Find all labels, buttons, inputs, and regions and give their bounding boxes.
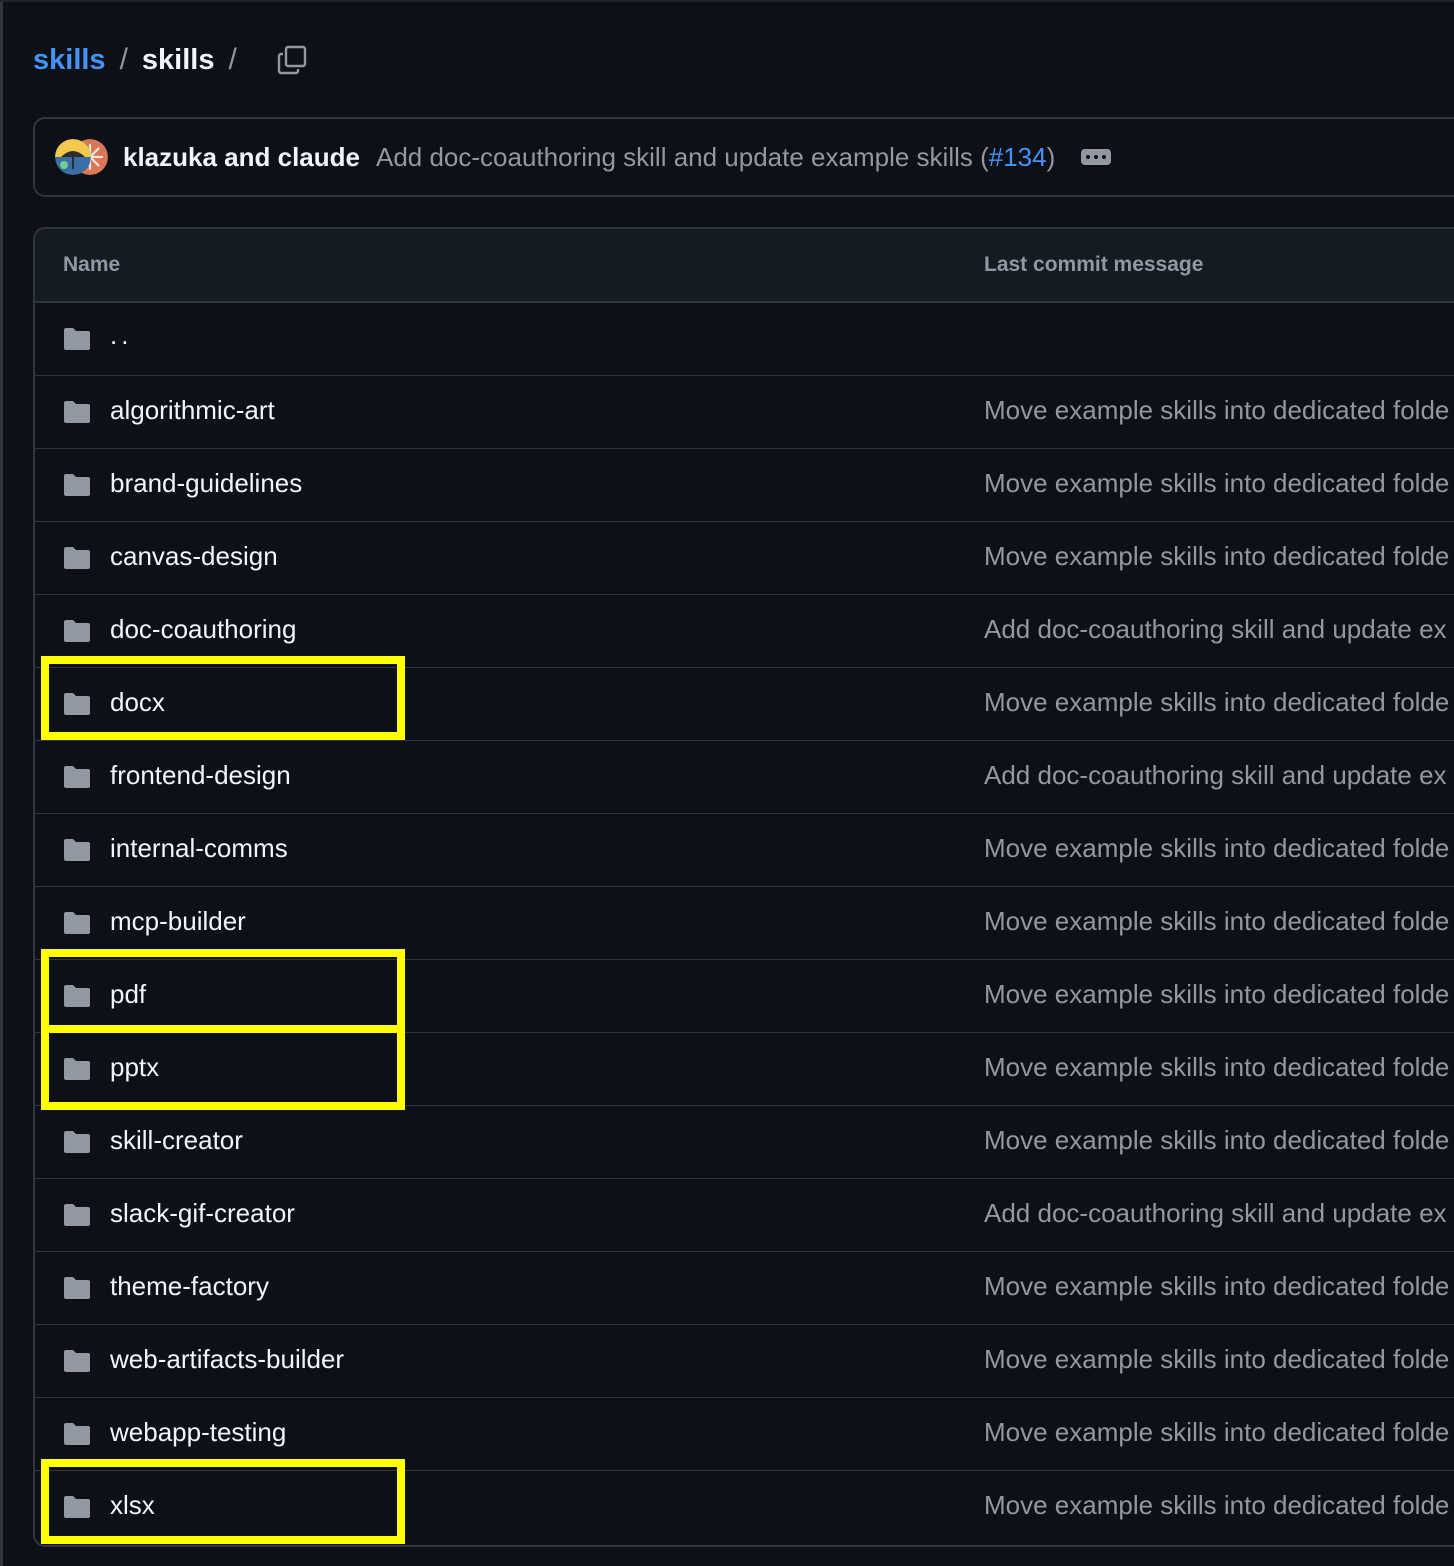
folder-name-link[interactable]: canvas-design bbox=[110, 541, 278, 572]
folder-icon bbox=[64, 1496, 90, 1518]
table-row[interactable]: web-artifacts-builder Move example skills… bbox=[35, 1325, 1454, 1398]
commit-message-link[interactable]: Move example skills into dedicated folde bbox=[984, 1125, 1449, 1156]
window-edge bbox=[0, 0, 3, 1566]
commit-message-link[interactable]: Move example skills into dedicated folde bbox=[984, 541, 1449, 572]
folder-name-link[interactable]: internal-comms bbox=[110, 833, 288, 864]
folder-name-link[interactable]: doc-coauthoring bbox=[110, 614, 296, 645]
folder-icon bbox=[64, 1131, 90, 1153]
table-row[interactable]: brand-guidelines Move example skills into… bbox=[35, 449, 1454, 522]
table-row[interactable]: internal-comms Move example skills into d… bbox=[35, 814, 1454, 887]
ellipsis-icon bbox=[1086, 155, 1091, 159]
column-header-last-commit: Last commit message bbox=[984, 253, 1204, 276]
folder-icon bbox=[64, 1204, 90, 1226]
breadcrumb-trailing-separator: / bbox=[228, 43, 237, 76]
commit-message-link[interactable]: Move example skills into dedicated folde bbox=[984, 1271, 1449, 1302]
folder-name-link[interactable]: algorithmic-art bbox=[110, 395, 275, 426]
pr-link[interactable]: #134 bbox=[989, 142, 1047, 172]
breadcrumb-separator: / bbox=[119, 43, 128, 76]
folder-name-link[interactable]: skill-creator bbox=[110, 1125, 243, 1156]
table-row[interactable]: skill-creator Move example skills into de… bbox=[35, 1106, 1454, 1179]
commit-message-link[interactable]: Move example skills into dedicated folde bbox=[984, 1417, 1449, 1448]
copy-icon bbox=[277, 45, 307, 75]
window-top-edge bbox=[0, 0, 1454, 2]
expand-commit-button[interactable] bbox=[1081, 149, 1112, 165]
table-header: Name Last commit message bbox=[35, 229, 1454, 303]
folder-icon bbox=[64, 693, 90, 715]
copy-path-button[interactable] bbox=[275, 43, 309, 77]
folder-icon bbox=[64, 547, 90, 569]
parent-directory-link[interactable]: .. bbox=[110, 320, 132, 351]
commit-message-link[interactable]: Move example skills into dedicated folde bbox=[984, 468, 1449, 499]
table-row[interactable]: theme-factory Move example skills into de… bbox=[35, 1252, 1454, 1325]
folder-name-link[interactable]: brand-guidelines bbox=[110, 468, 302, 499]
file-rows: algorithmic-art Move example skills into … bbox=[35, 376, 1454, 1544]
folder-name-link[interactable]: pdf bbox=[110, 979, 146, 1010]
folder-name-link[interactable]: mcp-builder bbox=[110, 906, 246, 937]
folder-name-link[interactable]: xlsx bbox=[110, 1490, 155, 1521]
table-row[interactable]: slack-gif-creator Add doc-coauthoring ski… bbox=[35, 1179, 1454, 1252]
table-row[interactable]: doc-coauthoring Add doc-coauthoring skill… bbox=[35, 595, 1454, 668]
commit-message-link[interactable]: Add doc-coauthoring skill and update ex bbox=[984, 614, 1447, 645]
file-table: Name Last commit message .. algorithmic-… bbox=[33, 227, 1454, 1547]
table-row[interactable]: xlsx Move example skills into dedicated f… bbox=[35, 1471, 1454, 1544]
commit-message-link[interactable]: Move example skills into dedicated folde bbox=[984, 1490, 1449, 1521]
table-row[interactable]: mcp-builder Move example skills into dedi… bbox=[35, 887, 1454, 960]
folder-name-link[interactable]: frontend-design bbox=[110, 760, 291, 791]
folder-icon bbox=[64, 1350, 90, 1372]
author-avatars[interactable] bbox=[55, 138, 111, 176]
commit-message-link[interactable]: Move example skills into dedicated folde bbox=[984, 1344, 1449, 1375]
commit-message-end: ) bbox=[1046, 141, 1056, 172]
folder-icon bbox=[64, 1058, 90, 1080]
folder-icon bbox=[64, 620, 90, 642]
latest-commit-bar: klazuka and claude Add doc-coauthoring s… bbox=[33, 117, 1454, 197]
folder-name-link[interactable]: theme-factory bbox=[110, 1271, 269, 1302]
avatar-klazuka[interactable] bbox=[55, 139, 91, 175]
column-header-name: Name bbox=[63, 253, 121, 276]
folder-name-link[interactable]: web-artifacts-builder bbox=[110, 1344, 344, 1375]
commit-message-link[interactable]: Move example skills into dedicated folde bbox=[984, 687, 1449, 718]
table-row[interactable]: webapp-testing Move example skills into d… bbox=[35, 1398, 1454, 1471]
commit-message-link[interactable]: Move example skills into dedicated folde bbox=[984, 1052, 1449, 1083]
folder-name-link[interactable]: webapp-testing bbox=[110, 1417, 286, 1448]
commit-message-link[interactable]: Move example skills into dedicated folde bbox=[984, 833, 1449, 864]
commit-message[interactable]: Add doc-coauthoring skill and update exa… bbox=[376, 142, 1055, 173]
commit-message-text[interactable]: Add doc-coauthoring skill and update exa… bbox=[376, 142, 989, 172]
folder-name-link[interactable]: slack-gif-creator bbox=[110, 1198, 295, 1229]
table-row[interactable]: pdf Move example skills into dedicated fo… bbox=[35, 960, 1454, 1033]
folder-icon bbox=[64, 839, 90, 861]
table-row[interactable]: canvas-design Move example skills into de… bbox=[35, 522, 1454, 595]
folder-name-link[interactable]: docx bbox=[110, 687, 165, 718]
folder-icon bbox=[64, 1277, 90, 1299]
table-row[interactable]: docx Move example skills into dedicated f… bbox=[35, 668, 1454, 741]
breadcrumb-current: skills bbox=[141, 43, 215, 76]
table-row[interactable]: frontend-design Add doc-coauthoring skill… bbox=[35, 741, 1454, 814]
folder-icon bbox=[64, 766, 90, 788]
folder-icon bbox=[64, 474, 90, 496]
folder-icon bbox=[64, 912, 90, 934]
folder-icon bbox=[64, 328, 90, 350]
folder-icon bbox=[64, 985, 90, 1007]
commit-message-link[interactable]: Move example skills into dedicated folde bbox=[984, 979, 1449, 1010]
table-row[interactable]: algorithmic-art Move example skills into … bbox=[35, 376, 1454, 449]
breadcrumb: skills / skills / bbox=[33, 38, 309, 82]
parent-directory-row[interactable]: .. bbox=[35, 303, 1454, 376]
commit-authors[interactable]: klazuka and claude bbox=[123, 142, 360, 173]
folder-icon bbox=[64, 1423, 90, 1445]
commit-message-link[interactable]: Move example skills into dedicated folde bbox=[984, 395, 1449, 426]
folder-name-link[interactable]: pptx bbox=[110, 1052, 159, 1083]
commit-message-link[interactable]: Add doc-coauthoring skill and update ex bbox=[984, 760, 1447, 791]
folder-icon bbox=[64, 401, 90, 423]
commit-message-link[interactable]: Add doc-coauthoring skill and update ex bbox=[984, 1198, 1447, 1229]
commit-message-link[interactable]: Move example skills into dedicated folde bbox=[984, 906, 1449, 937]
breadcrumb-repo-link[interactable]: skills bbox=[33, 44, 106, 77]
table-row[interactable]: pptx Move example skills into dedicated f… bbox=[35, 1033, 1454, 1106]
